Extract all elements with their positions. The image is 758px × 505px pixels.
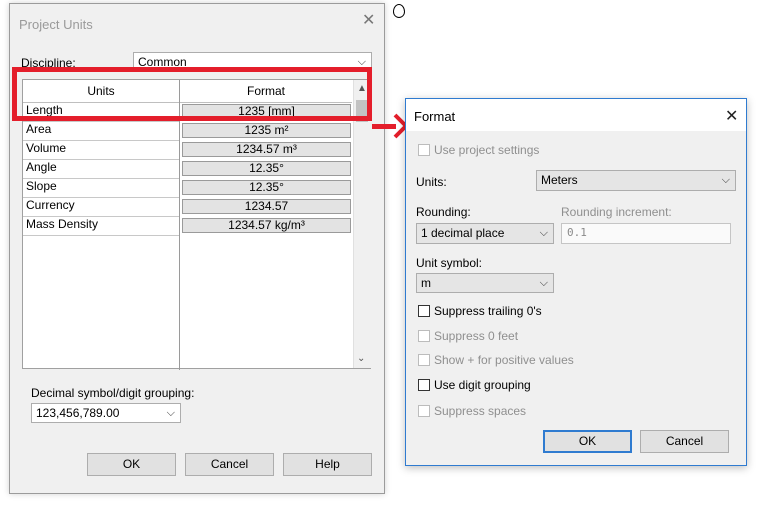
units-select[interactable]: Meters ⌵ <box>536 170 736 191</box>
table-row[interactable]: Slope 12.35° <box>23 178 353 197</box>
rounding-value: 1 decimal place <box>421 226 505 240</box>
table-row[interactable]: Angle 12.35° <box>23 159 353 178</box>
rounding-increment-label: Rounding increment: <box>561 205 672 219</box>
close-icon[interactable]: ✕ <box>725 106 738 126</box>
format-button[interactable]: 12.35° <box>182 161 351 176</box>
format-button[interactable]: 1235 m² <box>182 123 351 138</box>
suppress-spaces-label: Suppress spaces <box>434 404 527 418</box>
ok-button[interactable]: OK <box>543 430 632 453</box>
decimal-symbol-label: Decimal symbol/digit grouping: <box>31 386 195 400</box>
units-value: Meters <box>541 173 578 187</box>
format-button[interactable]: 1234.57 <box>182 199 351 214</box>
rounding-select[interactable]: 1 decimal place ⌵ <box>416 223 554 244</box>
unit-name: Mass Density <box>26 217 99 231</box>
format-button[interactable]: 1234.57 m³ <box>182 142 351 157</box>
suppress-zero-feet-label: Suppress 0 feet <box>434 329 519 343</box>
table-row[interactable]: Area 1235 m² <box>23 121 353 140</box>
format-button[interactable]: 12.35° <box>182 180 351 195</box>
show-plus-label: Show + for positive values <box>434 353 574 367</box>
dialog-title: Format <box>414 109 456 124</box>
scroll-down-icon[interactable]: ⌄ <box>357 353 365 364</box>
suppress-trailing-label: Suppress trailing 0's <box>434 304 542 318</box>
unit-name: Area <box>26 122 52 136</box>
highlight-box <box>12 67 372 121</box>
use-digit-grouping-checkbox[interactable] <box>418 379 430 391</box>
unit-name: Volume <box>26 141 67 155</box>
rounding-increment-input[interactable]: 0.1 <box>561 223 731 244</box>
close-icon[interactable]: ✕ <box>362 13 375 29</box>
units-label: Units: <box>416 175 447 189</box>
unit-name: Angle <box>26 160 57 174</box>
cancel-button[interactable]: Cancel <box>640 430 729 453</box>
unit-name: Slope <box>26 179 57 193</box>
cancel-button[interactable]: Cancel <box>185 453 274 476</box>
mouse-cursor-icon <box>393 4 405 18</box>
unit-symbol-select[interactable]: m ⌵ <box>416 273 554 293</box>
suppress-spaces-checkbox[interactable] <box>418 405 430 417</box>
show-plus-checkbox[interactable] <box>418 354 430 366</box>
unit-name: Currency <box>26 198 75 212</box>
ok-button[interactable]: OK <box>87 453 176 476</box>
use-project-settings-checkbox[interactable] <box>418 144 430 156</box>
suppress-zero-feet-checkbox[interactable] <box>418 330 430 342</box>
use-project-settings-label: Use project settings <box>434 143 540 157</box>
table-row[interactable]: Volume 1234.57 m³ <box>23 140 353 159</box>
units-table: Units Format Length 1235 [mm] Area 1235 … <box>22 79 371 370</box>
decimal-symbol-value: 123,456,789.00 <box>36 406 120 420</box>
table-row[interactable]: Currency 1234.57 <box>23 197 353 216</box>
format-button[interactable]: 1234.57 kg/m³ <box>182 218 351 233</box>
format-dialog: Format ✕ Use project settings Units: Met… <box>405 98 747 466</box>
use-digit-grouping-label: Use digit grouping <box>434 378 531 392</box>
chevron-down-icon: ⌵ <box>721 174 730 186</box>
dialog-title: Project Units <box>19 17 93 32</box>
help-button[interactable]: Help <box>283 453 372 476</box>
chevron-down-icon: ⌵ <box>166 407 175 419</box>
chevron-down-icon: ⌵ <box>539 227 548 239</box>
suppress-trailing-checkbox[interactable] <box>418 305 430 317</box>
unit-symbol-label: Unit symbol: <box>416 256 483 270</box>
chevron-down-icon: ⌵ <box>539 277 548 289</box>
row-divider <box>23 235 179 236</box>
unit-symbol-value: m <box>421 276 431 290</box>
vertical-scrollbar[interactable]: ▲ ⌄ <box>353 80 371 368</box>
table-row[interactable]: Mass Density 1234.57 kg/m³ <box>23 216 353 235</box>
decimal-symbol-select[interactable]: 123,456,789.00 ⌵ <box>31 403 181 423</box>
rounding-label: Rounding: <box>416 205 471 219</box>
title-bar <box>406 99 746 131</box>
